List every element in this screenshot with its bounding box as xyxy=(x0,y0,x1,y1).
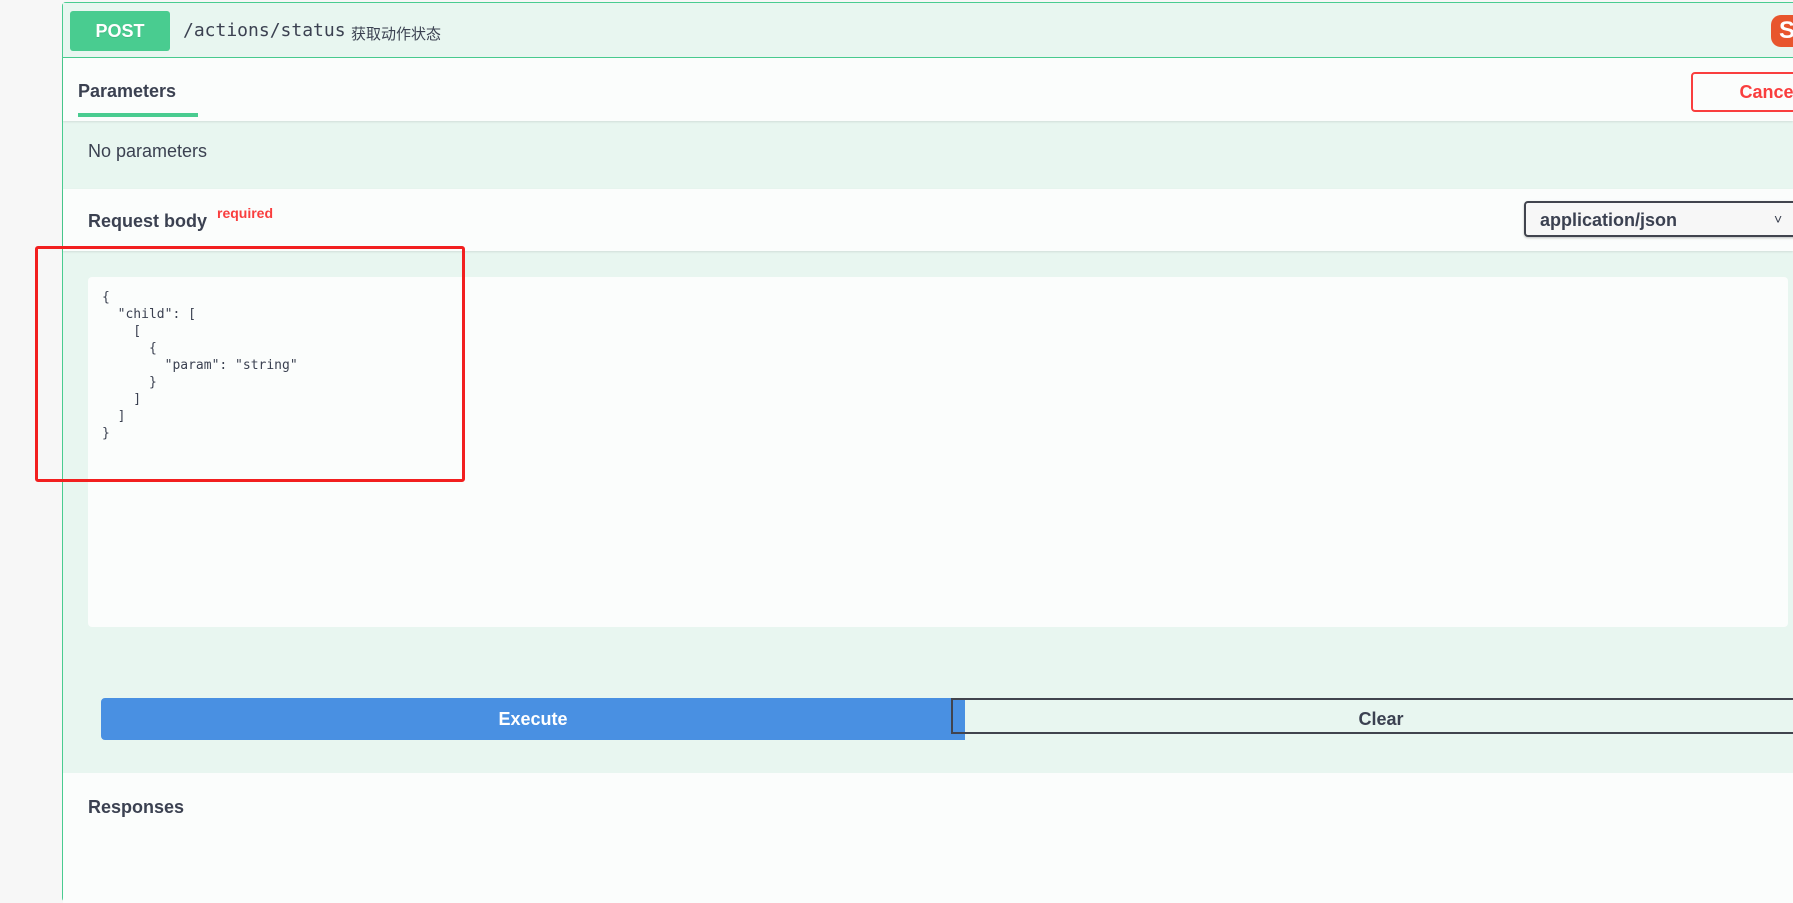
clear-button[interactable]: Clear xyxy=(951,698,1793,734)
operation-path: /actions/status xyxy=(183,20,346,41)
operation-block-post-actions-status: POST /actions/status 获取动作状态 S Parameters… xyxy=(62,2,1793,903)
no-parameters-text: No parameters xyxy=(88,141,208,161)
content-type-value: application/json xyxy=(1540,210,1678,230)
active-tab-underline xyxy=(78,113,198,117)
chevron-down-icon: ˅ xyxy=(1774,211,1783,227)
request-body-header: Request body required application/json ˅ xyxy=(63,189,1793,251)
required-badge: required xyxy=(217,205,274,221)
cancel-button[interactable]: Cancel xyxy=(1691,72,1793,112)
authorization-lock-icon[interactable]: S xyxy=(1771,15,1793,47)
execute-button[interactable]: Execute xyxy=(101,698,965,740)
operation-summary[interactable]: POST /actions/status 获取动作状态 S xyxy=(63,3,1793,58)
tab-parameters[interactable]: Parameters xyxy=(78,81,176,102)
method-badge: POST xyxy=(70,11,170,51)
request-body-title: Request body xyxy=(88,211,208,231)
operation-description: 获取动作状态 xyxy=(351,26,442,43)
request-body-editor[interactable]: { "child": [ [ { "param": "string" } ] ]… xyxy=(88,277,1788,627)
request-body-example[interactable]: { "child": [ [ { "param": "string" } ] ]… xyxy=(102,289,298,442)
responses-title: Responses xyxy=(88,797,185,817)
responses-section: Responses xyxy=(63,773,1793,903)
content-type-select[interactable]: application/json ˅ xyxy=(1524,201,1793,237)
parameters-tab-header: Parameters Cancel xyxy=(63,58,1793,121)
